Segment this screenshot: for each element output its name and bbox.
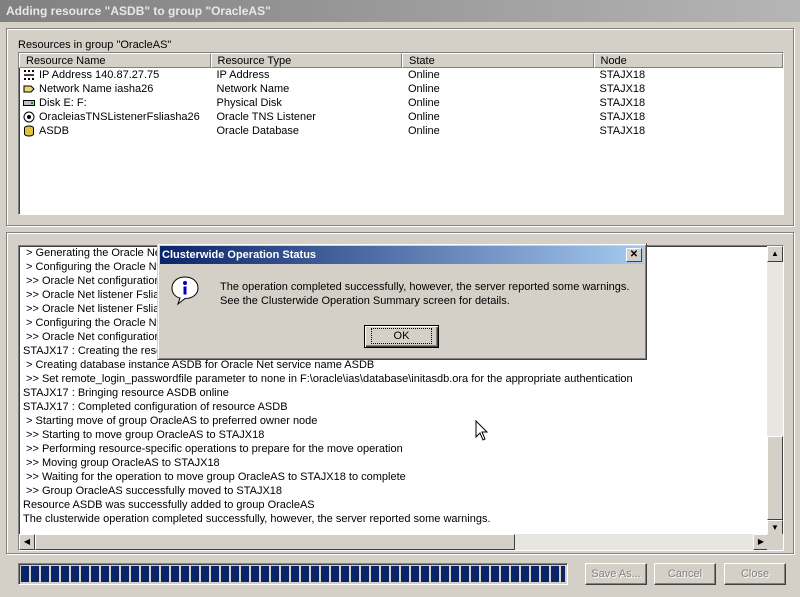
listview-header: Resource Name Resource Type State Node — [19, 53, 783, 68]
log-line: > Creating database instance ASDB for Or… — [23, 358, 763, 372]
resource-name: Network Name iasha26 — [39, 82, 153, 96]
resource-node: STAJX18 — [594, 124, 784, 138]
log-line: >> Group OracleAS successfully moved to … — [23, 484, 763, 498]
resource-type: Network Name — [211, 82, 403, 96]
log-line: Resource ASDB was successfully added to … — [23, 498, 763, 512]
mouse-cursor-icon — [475, 420, 489, 442]
column-header-resource-name[interactable]: Resource Name — [19, 53, 211, 68]
resource-name: IP Address 140.87.27.75 — [39, 68, 159, 82]
resource-state: Online — [402, 110, 594, 124]
resource-name: OracleiasTNSListenerFsliasha26 — [39, 110, 200, 124]
resource-row-database[interactable]: ASDB Oracle Database Online STAJX18 — [19, 124, 783, 138]
resource-row-disk[interactable]: Disk E: F: Physical Disk Online STAJX18 — [19, 96, 783, 110]
vertical-scroll-thumb[interactable] — [767, 436, 783, 520]
log-line: >> Waiting for the operation to move gro… — [23, 470, 763, 484]
close-button[interactable]: Close — [724, 563, 786, 585]
resource-name: Disk E: F: — [39, 96, 87, 110]
column-header-state[interactable]: State — [402, 53, 594, 68]
resource-state: Online — [402, 68, 594, 82]
log-line: > Starting move of group OracleAS to pre… — [23, 414, 763, 428]
resource-node: STAJX18 — [594, 68, 784, 82]
resource-row-network-name[interactable]: Network Name iasha26 Network Name Online… — [19, 82, 783, 96]
column-header-resource-type[interactable]: Resource Type — [211, 53, 403, 68]
log-line: The clusterwide operation completed succ… — [23, 512, 763, 526]
resource-row-ip-address[interactable]: IP Address 140.87.27.75 IP Address Onlin… — [19, 68, 783, 82]
window-title: Adding resource "ASDB" to group "OracleA… — [6, 4, 271, 18]
resource-type: IP Address — [211, 68, 403, 82]
dialog-titlebar[interactable]: Clusterwide Operation Status ✕ — [160, 246, 644, 264]
scroll-left-icon[interactable]: ◀ — [19, 534, 35, 550]
ip-address-icon — [23, 69, 35, 81]
dialog-title: Clusterwide Operation Status — [162, 249, 316, 261]
operation-status-dialog[interactable]: Clusterwide Operation Status ✕ The opera… — [157, 243, 647, 360]
info-icon — [169, 274, 201, 306]
log-line: >> Moving group OracleAS to STAJX18 — [23, 456, 763, 470]
disk-icon — [23, 97, 35, 109]
resources-group-label: Resources in group "OracleAS" — [18, 39, 171, 51]
horizontal-scroll-thumb[interactable] — [35, 534, 515, 550]
progress-bar — [18, 563, 568, 585]
log-vertical-scrollbar[interactable]: ▲ ▼ — [767, 246, 783, 536]
resource-node: STAJX18 — [594, 96, 784, 110]
log-line: >> Starting to move group OracleAS to ST… — [23, 428, 763, 442]
dialog-message-line: The operation completed successfully, ho… — [220, 280, 640, 294]
save-as-button[interactable]: Save As... — [585, 563, 647, 585]
resource-node: STAJX18 — [594, 82, 784, 96]
log-horizontal-scrollbar[interactable]: ◀ ▶ — [19, 534, 769, 550]
log-line: >> Set remote_login_passwordfile paramet… — [23, 372, 763, 386]
log-line: >> Performing resource-specific operatio… — [23, 442, 763, 456]
cancel-button[interactable]: Cancel — [654, 563, 716, 585]
network-name-icon — [23, 83, 35, 95]
resource-row-listener[interactable]: OracleiasTNSListenerFsliasha26 Oracle TN… — [19, 110, 783, 124]
resource-type: Oracle TNS Listener — [211, 110, 403, 124]
resource-name: ASDB — [39, 124, 69, 138]
listener-icon — [23, 111, 35, 123]
window-titlebar[interactable]: Adding resource "ASDB" to group "OracleA… — [0, 0, 800, 22]
dialog-message-line: See the Clusterwide Operation Summary sc… — [220, 294, 640, 308]
log-line: STAJX17 : Bringing resource ASDB online — [23, 386, 763, 400]
dialog-close-button[interactable]: ✕ — [626, 248, 642, 262]
resource-state: Online — [402, 124, 594, 138]
resource-type: Physical Disk — [211, 96, 403, 110]
ok-button[interactable]: OK — [364, 325, 439, 348]
progress-fill — [21, 566, 565, 582]
ok-button-label: OK — [371, 328, 433, 344]
resource-type: Oracle Database — [211, 124, 403, 138]
column-header-node[interactable]: Node — [594, 53, 784, 68]
dialog-message: The operation completed successfully, ho… — [220, 280, 640, 308]
log-line: STAJX17 : Completed configuration of res… — [23, 400, 763, 414]
resource-state: Online — [402, 82, 594, 96]
resource-state: Online — [402, 96, 594, 110]
scroll-up-icon[interactable]: ▲ — [767, 246, 783, 262]
scrollbar-corner — [767, 534, 783, 550]
resource-node: STAJX18 — [594, 110, 784, 124]
database-icon — [23, 125, 35, 137]
resources-listview[interactable]: Resource Name Resource Type State Node I… — [18, 52, 784, 215]
